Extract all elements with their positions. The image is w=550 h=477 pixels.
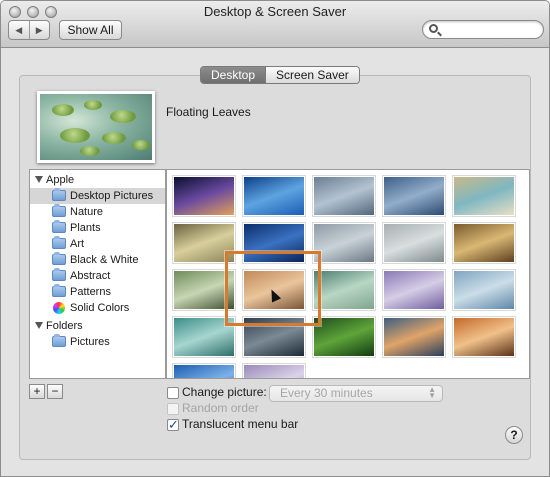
thumbnail-desert-bird[interactable] — [453, 223, 515, 263]
sidebar-item-plants[interactable]: Plants — [30, 220, 165, 236]
sidebar-group-folders[interactable]: Folders — [30, 318, 165, 334]
interval-value: Every 30 minutes — [280, 386, 373, 400]
thumbnail-blue-waves[interactable] — [243, 176, 305, 216]
search-icon — [429, 24, 438, 33]
folder-icon — [52, 204, 66, 217]
color-wheel-icon — [53, 302, 65, 314]
sidebar-item-nature[interactable]: Nature — [30, 204, 165, 220]
sidebar-item-art[interactable]: Art — [30, 236, 165, 252]
thumbnail-lake-sunset[interactable] — [383, 317, 445, 357]
sidebar-item-desktop-pictures[interactable]: Desktop Pictures — [30, 188, 165, 204]
random-order-checkbox[interactable] — [167, 403, 179, 415]
thumbnail-lavender-swirl[interactable] — [243, 364, 305, 378]
thumbnail-blue-grey-wave[interactable] — [383, 176, 445, 216]
tab-bar: Desktop Screen Saver — [200, 66, 360, 84]
tab-desktop[interactable]: Desktop — [201, 67, 266, 83]
sidebar-item-pictures[interactable]: Pictures — [30, 334, 165, 350]
source-list: Apple Desktop Pictures Nature Plants Art… — [29, 169, 166, 379]
sidebar-item-black-white[interactable]: Black & White — [30, 252, 165, 268]
random-order-label: Random order — [182, 401, 259, 415]
tab-screen-saver[interactable]: Screen Saver — [265, 67, 359, 83]
updown-arrows-icon: ▲ ▼ — [428, 385, 436, 400]
thumbnail-blue-swirl[interactable] — [173, 364, 235, 378]
preferences-window: Desktop & Screen Saver ◀ ▶ Show All Desk… — [0, 0, 550, 477]
change-picture-label: Change picture: — [182, 385, 267, 399]
thumbnail-beach[interactable] — [453, 176, 515, 216]
sidebar-item-solid-colors[interactable]: Solid Colors — [30, 300, 165, 316]
current-picture-preview — [37, 91, 155, 163]
folder-icon — [52, 188, 66, 201]
back-forward-buttons: ◀ ▶ — [8, 20, 50, 40]
help-button[interactable]: ? — [505, 426, 523, 444]
folder-icon — [52, 334, 66, 347]
back-arrow-icon[interactable]: ◀ — [9, 21, 30, 39]
folder-icon — [52, 236, 66, 249]
title-bar: Desktop & Screen Saver ◀ ▶ Show All — [1, 1, 549, 48]
interval-select[interactable]: Every 30 minutes ▲ ▼ — [269, 385, 443, 402]
disclosure-triangle-icon[interactable] — [35, 176, 43, 183]
thumbnail-misty-trees[interactable] — [383, 223, 445, 263]
thumbnail-fog-lake[interactable] — [313, 223, 375, 263]
window-title: Desktop & Screen Saver — [203, 4, 347, 19]
add-folder-button[interactable]: + — [29, 384, 45, 399]
disclosure-triangle-icon[interactable] — [35, 322, 43, 329]
change-picture-checkbox[interactable] — [167, 387, 179, 399]
search-field[interactable] — [422, 20, 544, 39]
remove-folder-button[interactable]: − — [47, 384, 63, 399]
thumbnail-sunset-island[interactable] — [453, 317, 515, 357]
folder-icon — [52, 252, 66, 265]
folder-icon — [52, 268, 66, 281]
sidebar-item-abstract[interactable]: Abstract — [30, 268, 165, 284]
sidebar-group-apple[interactable]: Apple — [30, 172, 165, 188]
sidebar-item-patterns[interactable]: Patterns — [30, 284, 165, 300]
thumbnail-ice-blue[interactable] — [453, 270, 515, 310]
thumbnail-galaxy[interactable] — [173, 176, 235, 216]
folder-icon — [52, 284, 66, 297]
folder-icon — [52, 220, 66, 233]
current-picture-name: Floating Leaves — [166, 105, 251, 119]
translucent-menu-bar-label: Translucent menu bar — [182, 417, 299, 431]
thumbnail-grey-blue[interactable] — [313, 176, 375, 216]
forward-arrow-icon[interactable]: ▶ — [30, 21, 50, 39]
thumbnail-lavender[interactable] — [383, 270, 445, 310]
thumbnail-floating-leaves[interactable] — [313, 270, 375, 310]
show-all-button[interactable]: Show All — [59, 20, 122, 40]
translucent-menu-bar-checkbox[interactable] — [167, 417, 179, 433]
picture-grid — [166, 169, 530, 379]
thumbnail-green-grass[interactable] — [313, 317, 375, 357]
